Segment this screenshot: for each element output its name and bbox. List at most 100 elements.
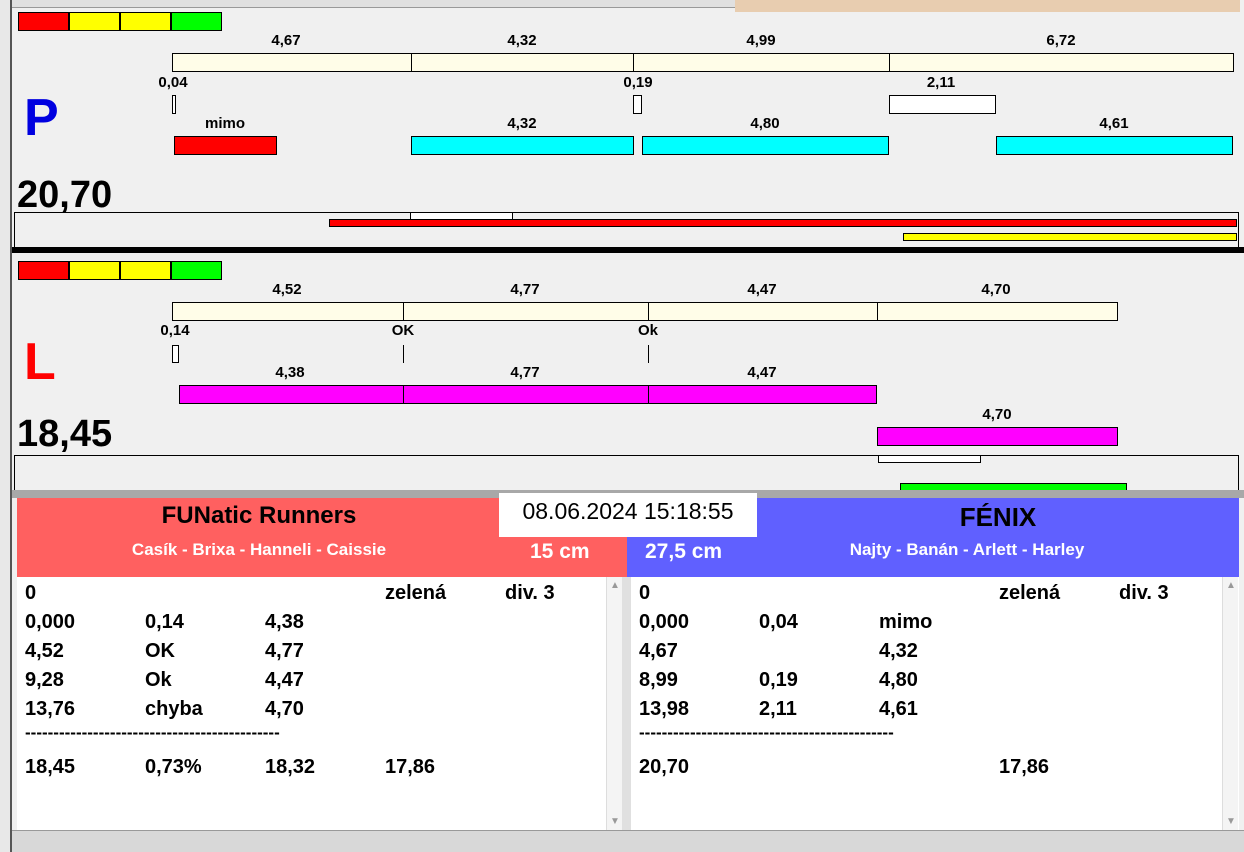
timeline-p: [14, 212, 1239, 247]
right-team-name: FÉNIX: [959, 502, 1037, 532]
reaction-label: 0,19: [623, 74, 653, 91]
run-bar: [174, 136, 277, 155]
list-cell: zelená: [999, 582, 1061, 604]
run-label: 4,80: [750, 115, 780, 132]
left-results-list[interactable]: 0 zelená div. 3 0,000 0,14 4,38 4,52 OK 4,77 9,28…: [17, 577, 622, 830]
reaction-label: 2,11: [926, 74, 956, 91]
bottom-strip: [12, 830, 1244, 852]
list-cell: 18,45: [25, 756, 76, 778]
run-bar: [648, 385, 877, 404]
run-label: 4,32: [507, 115, 537, 132]
run-bar: [996, 136, 1233, 155]
left-team-members: Casík - Brixa - Hanneli - Caissie: [131, 540, 387, 559]
split-bar: [411, 53, 634, 72]
legend-green: [171, 261, 222, 280]
left-team-name: FUNatic Runners: [161, 502, 357, 529]
list-cell: 4,52: [25, 640, 64, 662]
legend-green: [171, 12, 222, 31]
legend-yellow: [69, 261, 120, 280]
reaction-bar: [403, 345, 404, 363]
run-label: 4,61: [1099, 115, 1129, 132]
split-bar: [648, 302, 878, 321]
list-cell: 0,000: [25, 611, 76, 633]
list-cell: 0,000: [639, 611, 690, 633]
split-label: 4,70: [981, 281, 1011, 298]
reaction-bar: [172, 95, 176, 114]
run-label: mimo: [204, 115, 246, 132]
list-cell: 18,32: [265, 756, 316, 778]
left-border: [0, 0, 12, 852]
reaction-bar: [633, 95, 642, 114]
list-cell: div. 3: [1119, 582, 1169, 604]
legend-yellow: [120, 12, 171, 31]
list-cell: mimo: [879, 611, 933, 633]
list-cell: 13,98: [639, 698, 690, 720]
reaction-label: OK: [391, 322, 415, 339]
legend-yellow: [120, 261, 171, 280]
top-tabs-strip: [0, 0, 735, 8]
run-label: 4,77: [510, 364, 540, 381]
run-bar: [642, 136, 889, 155]
list-cell: 17,86: [385, 756, 436, 778]
split-label: 4,47: [747, 281, 777, 298]
scroll-down-icon[interactable]: ▼: [610, 816, 620, 827]
reaction-bar: [889, 95, 996, 114]
reaction-bar: [648, 345, 649, 363]
split-bar: [403, 302, 649, 321]
run-label: 4,70: [982, 406, 1012, 423]
list-cell: zelená: [385, 582, 447, 604]
list-cell: 2,11: [759, 698, 797, 720]
list-cell: 13,76: [25, 698, 76, 720]
list-cell: 4,38: [265, 611, 304, 633]
list-cell: 0,14: [145, 611, 184, 633]
right-results-list[interactable]: 0 zelená div. 3 0,000 0,04 mimo 4,67 4,32 8,99 0,…: [631, 577, 1239, 830]
list-cell: 8,99: [639, 669, 678, 691]
list-cell: 20,70: [639, 756, 690, 778]
reaction-label: 0,14: [160, 322, 190, 339]
legend-red: [18, 261, 69, 280]
list-cell: 0,04: [759, 611, 798, 633]
list-cell: chyba: [145, 698, 203, 720]
run-bar: [403, 385, 649, 404]
run-bar: [411, 136, 634, 155]
list-cell: 0: [639, 582, 651, 604]
left-team-height: 15 cm: [530, 540, 590, 563]
list-cell: 4,70: [265, 698, 304, 720]
split-bar: [172, 302, 404, 321]
run-label: 4,47: [747, 364, 777, 381]
right-scrollbar[interactable]: ▲ ▼: [1222, 577, 1238, 830]
list-cell: 0,19: [759, 669, 798, 691]
scroll-down-icon[interactable]: ▼: [1226, 816, 1236, 827]
split-label: 4,52: [272, 281, 302, 298]
run-bar: [179, 385, 404, 404]
list-cell: Ok: [145, 669, 172, 691]
split-label: 4,32: [507, 32, 537, 49]
total-time-l: 18,45: [17, 413, 113, 455]
run-bar: [877, 427, 1118, 446]
list-cell: 4,77: [265, 640, 304, 662]
legend-red: [18, 12, 69, 31]
split-bar: [633, 53, 890, 72]
list-cell: 0: [25, 582, 37, 604]
panel-divider: [12, 247, 1244, 253]
reaction-bar: [172, 345, 179, 363]
timeline-bar-yellow: [903, 233, 1237, 241]
side-label-l: L: [24, 333, 56, 391]
reaction-label: 0,04: [158, 74, 188, 91]
list-divider: ----------------------------------------…: [25, 723, 280, 742]
list-divider: ----------------------------------------…: [639, 723, 894, 742]
scroll-up-icon[interactable]: ▲: [1226, 580, 1236, 591]
left-scrollbar[interactable]: ▲ ▼: [606, 577, 622, 830]
list-cell: 4,47: [265, 669, 304, 691]
split-label: 4,67: [271, 32, 301, 49]
list-cell: 0,73%: [145, 756, 202, 778]
list-cell: 4,80: [879, 669, 918, 691]
side-label-p: P: [24, 89, 59, 147]
scroll-up-icon[interactable]: ▲: [610, 580, 620, 591]
right-team-height: 27,5 cm: [645, 540, 723, 563]
list-cell: div. 3: [505, 582, 555, 604]
reaction-label: Ok: [637, 322, 659, 339]
split-label: 4,77: [510, 281, 540, 298]
datetime: 08.06.2024 15:18:55: [499, 493, 757, 537]
split-label: 6,72: [1046, 32, 1076, 49]
